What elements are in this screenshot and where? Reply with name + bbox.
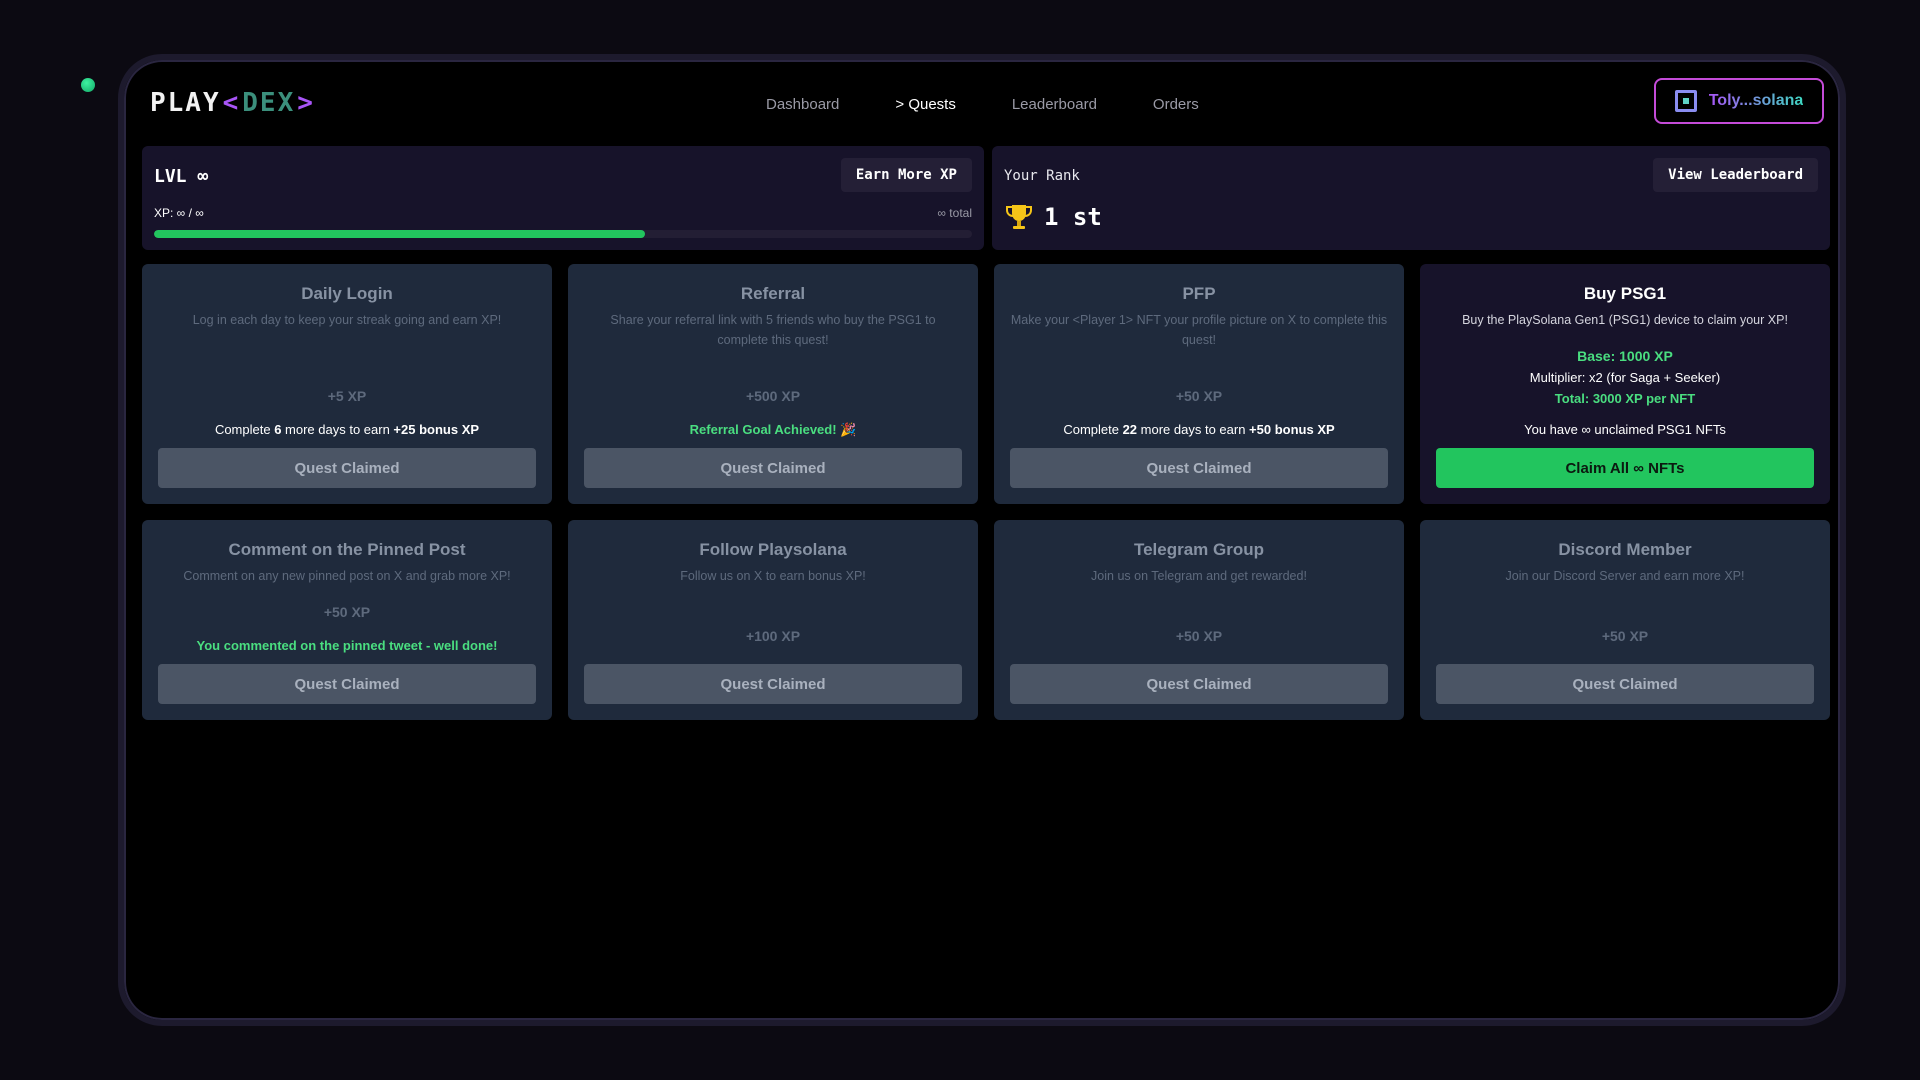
xp-text: XP: ∞ / ∞ [154, 206, 204, 220]
quest-description: Make your <Player 1> NFT your profile pi… [1010, 313, 1388, 347]
status-indicator-dot [81, 78, 95, 92]
view-leaderboard-button[interactable]: View Leaderboard [1653, 158, 1818, 192]
nav-quests[interactable]: > Quests [895, 96, 955, 113]
quest-achieved-note: Referral Goal Achieved! 🎉 [689, 422, 857, 437]
quest-title: Follow Playsolana [699, 540, 847, 559]
total-xp: Total: 3000 XP per NFT [1554, 391, 1696, 406]
quest-claimed-button[interactable]: Quest Claimed [158, 664, 536, 704]
quest-card-referral: Referral Share your referral link with 5… [568, 264, 978, 504]
quest-description: Follow us on X to earn bonus XP! [680, 569, 866, 583]
xp-progress-bar [154, 230, 972, 238]
logo-dex: DEX [242, 88, 296, 118]
quests-grid: Daily Login Log in each day to keep your… [142, 264, 1830, 720]
quest-claimed-button[interactable]: Quest Claimed [1010, 664, 1388, 704]
quest-description: Comment on any new pinned post on X and … [183, 569, 511, 583]
base-xp: Base: 1000 XP [1577, 348, 1673, 364]
wallet-square-icon [1674, 90, 1697, 112]
quest-claimed-button[interactable]: Quest Claimed [1010, 448, 1388, 488]
quest-description: Join us on Telegram and get rewarded! [1091, 569, 1307, 583]
quest-xp: +50 XP [1175, 388, 1223, 404]
logo-right-bracket: > [297, 88, 315, 118]
rank-value: 1 st [1044, 203, 1102, 231]
quest-xp: +100 XP [745, 628, 801, 644]
quest-title: Telegram Group [1133, 540, 1265, 559]
quest-claimed-button[interactable]: Quest Claimed [584, 448, 962, 488]
quest-title: Discord Member [1558, 540, 1692, 559]
wallet-button[interactable]: Toly...solana [1654, 78, 1824, 124]
quest-card-follow-playsolana: Follow Playsolana Follow us on X to earn… [568, 520, 978, 720]
quest-card-discord-member: Discord Member Join our Discord Server a… [1420, 520, 1830, 720]
xp-progress-fill [154, 230, 645, 238]
quest-description: Buy the PlaySolana Gen1 (PSG1) device to… [1462, 313, 1788, 327]
quest-card-pfp: PFP Make your <Player 1> NFT your profil… [994, 264, 1404, 504]
nav-dashboard[interactable]: Dashboard [766, 96, 839, 113]
trophy-icon [1006, 205, 1032, 229]
quest-card-buy-psg1: Buy PSG1 Buy the PlaySolana Gen1 (PSG1) … [1420, 264, 1830, 504]
quest-xp: +5 XP [327, 388, 367, 404]
level-panel: LVL ∞ Earn More XP XP: ∞ / ∞ ∞ total [142, 146, 984, 250]
quest-card-telegram-group: Telegram Group Join us on Telegram and g… [994, 520, 1404, 720]
logo-left-bracket: < [222, 88, 241, 118]
quest-claimed-button[interactable]: Quest Claimed [158, 448, 536, 488]
xp-multiplier: Multiplier: x2 (for Saga + Seeker) [1529, 370, 1721, 385]
rank-label: Your Rank [1004, 168, 1080, 184]
quest-card-comment-pinned: Comment on the Pinned Post Comment on an… [142, 520, 552, 720]
quest-xp: +50 XP [1175, 628, 1223, 644]
main-nav: Dashboard > Quests Leaderboard Orders [766, 96, 1199, 113]
logo-play: PLAY [150, 88, 221, 118]
nav-orders[interactable]: Orders [1153, 96, 1199, 113]
quest-claimed-button[interactable]: Quest Claimed [1436, 664, 1814, 704]
quest-description: Log in each day to keep your streak goin… [192, 313, 502, 327]
quest-progress-note: Complete 22 more days to earn +50 bonus … [1063, 422, 1335, 437]
quest-title: Comment on the Pinned Post [228, 540, 466, 559]
quest-xp: +500 XP [745, 388, 801, 404]
unclaimed-nfts-text: You have ∞ unclaimed PSG1 NFTs [1524, 422, 1726, 437]
quest-description: Join our Discord Server and earn more XP… [1505, 569, 1745, 583]
device-frame: PLAY < DEX > Dashboard > Quests Leaderbo… [118, 54, 1846, 1026]
quest-claimed-button[interactable]: Quest Claimed [584, 664, 962, 704]
xp-row: XP: ∞ / ∞ ∞ total [154, 206, 972, 220]
quest-xp: +50 XP [1601, 628, 1649, 644]
quest-description: Share your referral link with 5 friends … [610, 313, 936, 347]
level-title: LVL ∞ [154, 166, 209, 187]
quest-xp: +50 XP [323, 604, 371, 620]
app-screen: PLAY < DEX > Dashboard > Quests Leaderbo… [132, 68, 1832, 1012]
rank-value-row: 1 st [1004, 202, 1102, 232]
earn-more-xp-button[interactable]: Earn More XP [840, 158, 972, 192]
claim-all-nfts-button[interactable]: Claim All ∞ NFTs [1436, 448, 1814, 488]
xp-breakdown: Base: 1000 XP Multiplier: x2 (for Saga +… [1420, 346, 1830, 409]
quest-card-daily-login: Daily Login Log in each day to keep your… [142, 264, 552, 504]
quest-title: Daily Login [301, 284, 393, 303]
wallet-label: Toly...solana [1708, 92, 1804, 109]
quest-title: Referral [740, 284, 806, 303]
rank-panel: Your Rank View Leaderboard 1 st [992, 146, 1830, 250]
quest-progress-note: Complete 6 more days to earn +25 bonus X… [214, 422, 480, 437]
quest-achieved-note: You commented on the pinned tweet - well… [196, 638, 498, 653]
nav-leaderboard[interactable]: Leaderboard [1012, 96, 1097, 113]
quest-title: PFP [1182, 284, 1216, 303]
playdex-logo[interactable]: PLAY < DEX > [150, 88, 315, 118]
xp-total: ∞ total [937, 206, 972, 220]
quest-title: Buy PSG1 [1583, 284, 1667, 303]
